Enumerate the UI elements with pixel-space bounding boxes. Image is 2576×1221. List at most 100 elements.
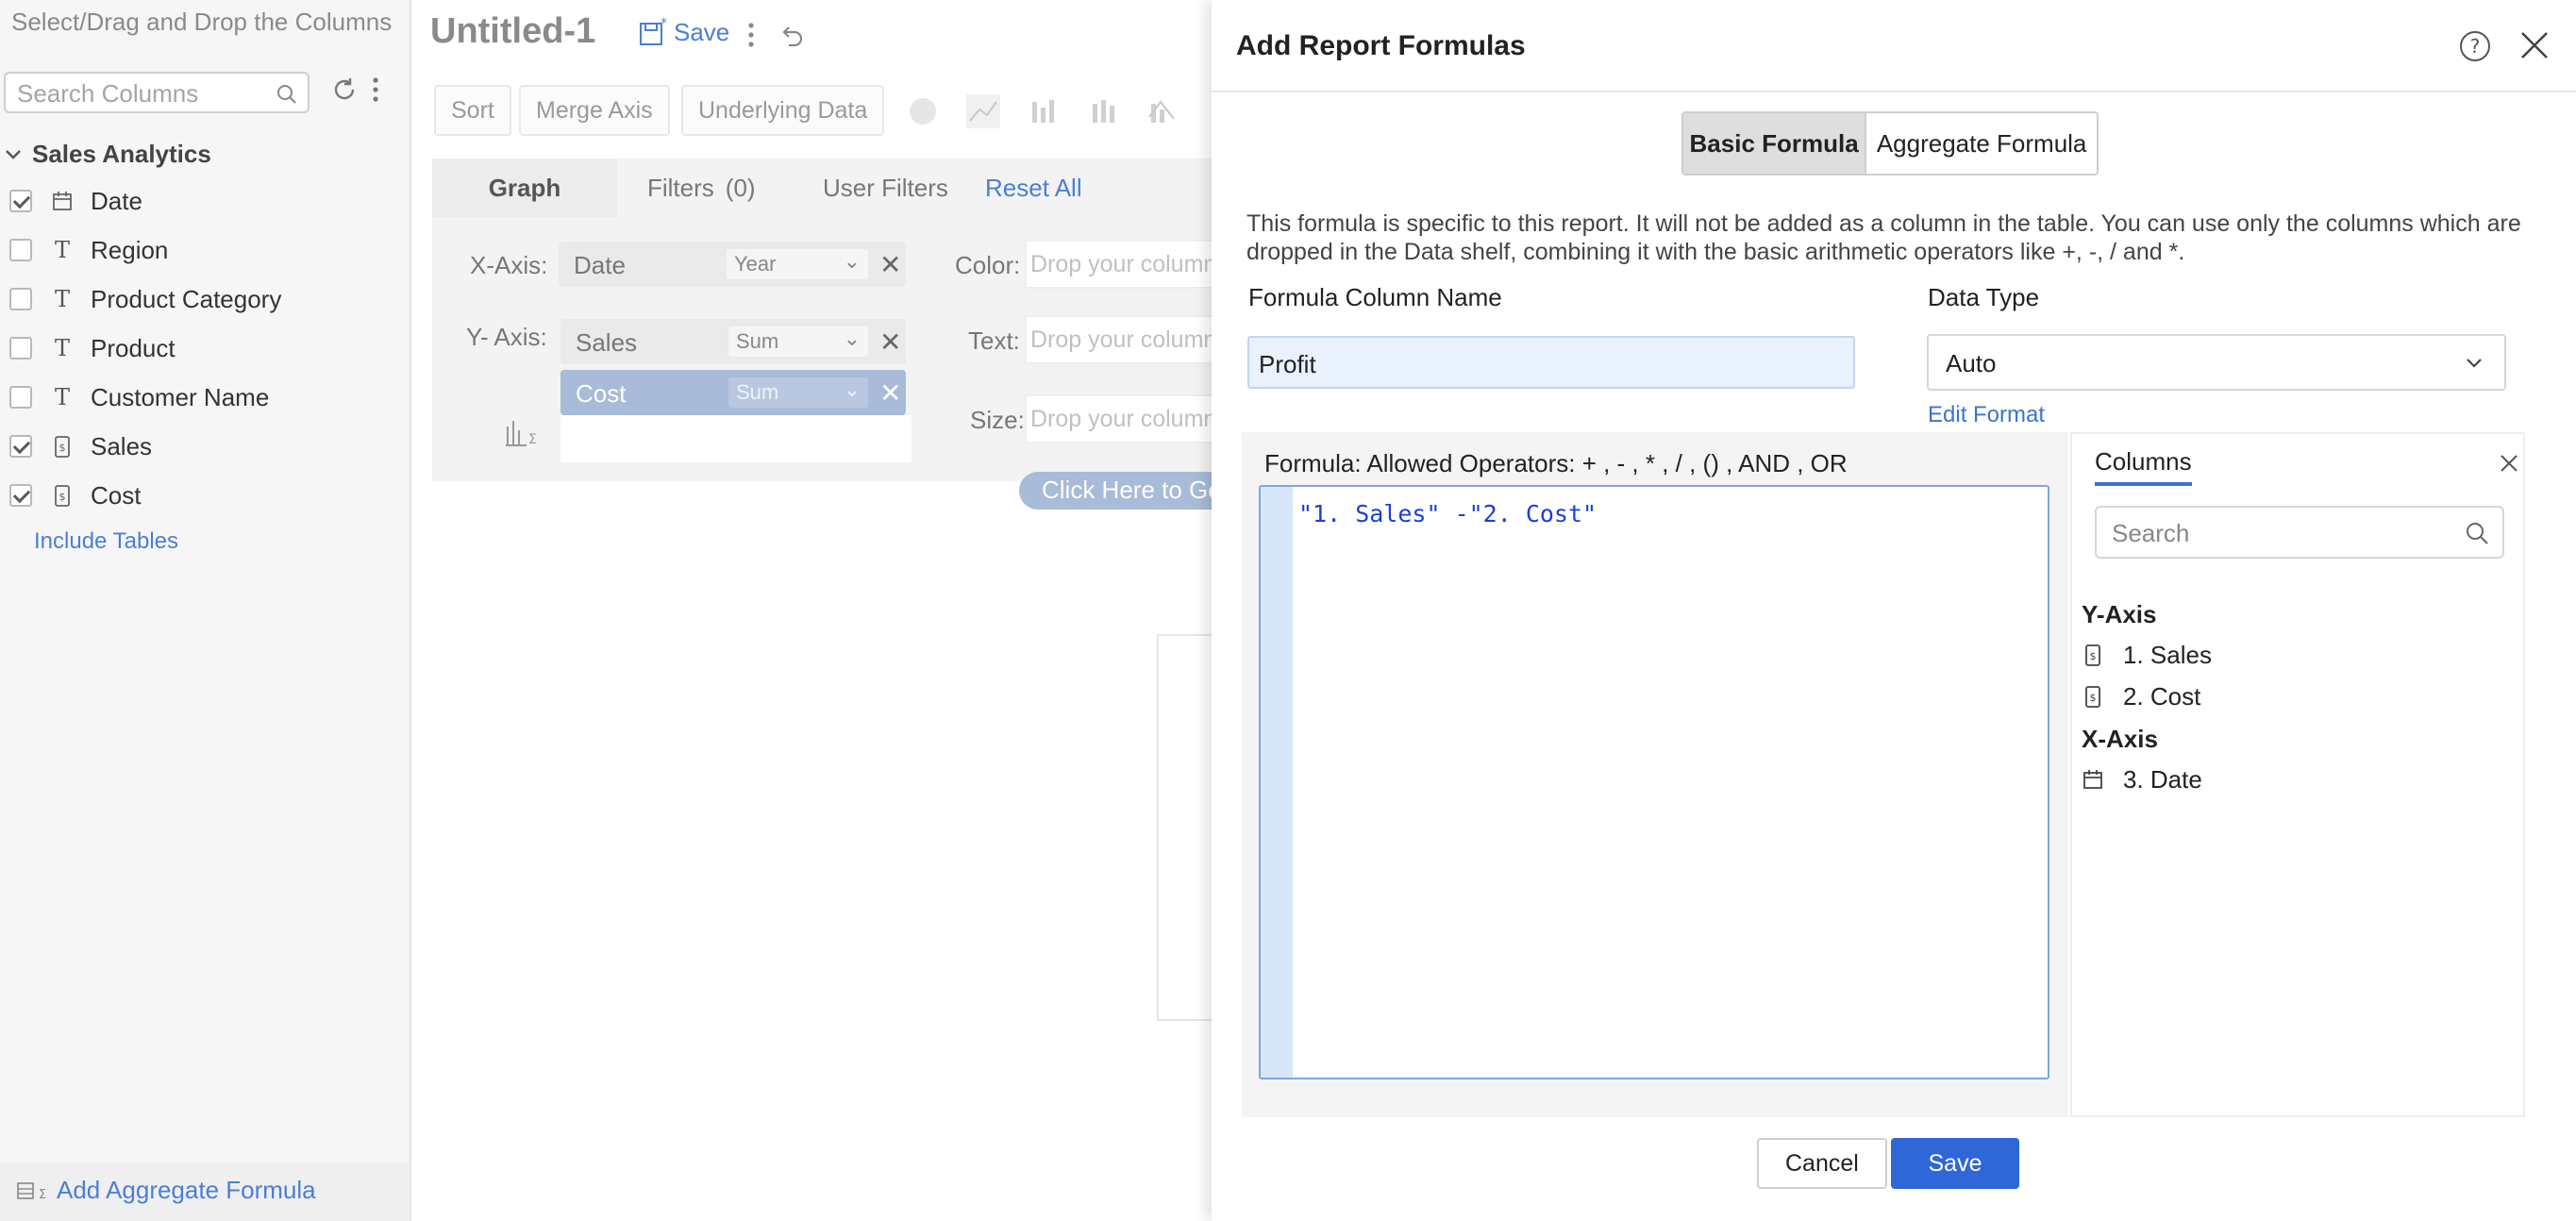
column-checkbox[interactable] <box>9 190 32 212</box>
column-item-date[interactable]: Date <box>9 182 142 220</box>
column-checkbox[interactable] <box>9 288 32 310</box>
formula-code[interactable]: "1. Sales" -"2. Cost" <box>1298 500 1597 527</box>
remove-icon[interactable]: ✕ <box>879 249 901 280</box>
column-item-region[interactable]: T Region <box>9 231 168 269</box>
x-axis-label: X-Axis: <box>470 251 548 279</box>
search-columns-input[interactable]: Search Columns <box>4 72 309 113</box>
close-icon[interactable] <box>2517 28 2551 62</box>
numeric-type-icon: $ <box>49 482 75 509</box>
save-report-label: Save <box>674 18 730 46</box>
text-type-icon: T <box>54 335 70 361</box>
x-axis-aggregate-value: Year <box>734 252 777 276</box>
column-group-y-axis: Y-Axis <box>2082 600 2157 628</box>
column-item-sales[interactable]: $ Sales <box>9 427 152 465</box>
column-item-product[interactable]: T Product <box>9 329 176 367</box>
x-axis-pill[interactable]: Date Year ⌄ ✕ <box>559 242 906 287</box>
y-axis-aggregate-select[interactable]: Sum ⌄ <box>728 326 868 357</box>
column-group-x-axis: X-Axis <box>2082 725 2158 753</box>
column-option-sales[interactable]: $ 1. Sales <box>2082 638 2212 672</box>
color-drop-zone[interactable]: Drop your column <box>1025 240 1215 289</box>
y-axis-pill-cost[interactable]: Cost Sum ⌄ ✕ <box>560 370 906 415</box>
size-drop-zone[interactable]: Drop your column <box>1025 394 1215 443</box>
formula-type-toggle: Basic Formula Aggregate Formula <box>1681 111 2099 176</box>
column-checkbox[interactable] <box>9 435 32 458</box>
remove-icon[interactable]: ✕ <box>879 377 901 409</box>
help-icon[interactable]: ? <box>2459 30 2491 62</box>
include-tables-link[interactable]: Include Tables <box>34 528 178 555</box>
formula-operators-label: Formula: Allowed Operators: + , - , * , … <box>1264 449 1848 477</box>
color-label: Color: <box>955 251 1021 279</box>
bar-chart-icon[interactable] <box>1027 94 1061 128</box>
edit-format-link[interactable]: Edit Format <box>1928 402 2045 428</box>
save-report-button[interactable]: * Save <box>638 17 729 47</box>
column-item-customer-name[interactable]: T Customer Name <box>9 378 269 416</box>
undo-icon[interactable] <box>778 23 806 51</box>
text-label: Text: <box>968 326 1020 355</box>
formula-info-line-2: dropped in the Data shelf, combining it … <box>1246 239 2185 265</box>
svg-text:*: * <box>661 17 667 31</box>
report-title[interactable]: Untitled-1 <box>430 11 595 52</box>
size-label: Size: <box>970 406 1025 434</box>
column-checkbox[interactable] <box>9 386 32 409</box>
y-axis-aggregate-select[interactable]: Sum ⌄ <box>728 377 868 408</box>
chevron-down-icon <box>6 149 21 159</box>
sort-button[interactable]: Sort <box>434 85 511 136</box>
more-options-icon[interactable] <box>370 75 381 104</box>
underlying-data-button[interactable]: Underlying Data <box>681 85 885 136</box>
save-button[interactable]: Save <box>1891 1138 2019 1189</box>
formula-editor[interactable]: "1. Sales" -"2. Cost" <box>1259 485 2049 1079</box>
data-type-select[interactable]: Auto <box>1927 334 2506 391</box>
text-drop-zone[interactable]: Drop your column <box>1025 315 1215 364</box>
calendar-icon <box>2082 766 2104 793</box>
x-axis-field: Date <box>574 251 626 279</box>
tab-columns[interactable]: Columns <box>2095 447 2192 486</box>
text-type-icon: T <box>54 384 70 410</box>
more-options-icon[interactable] <box>745 21 757 49</box>
tab-filters[interactable]: Filters (0) <box>647 159 756 217</box>
svg-text:Σ: Σ <box>39 1188 45 1202</box>
reset-all-link[interactable]: Reset All <box>985 159 1082 217</box>
add-report-formulas-dialog: Add Report Formulas ? Basic Formula Aggr… <box>1212 0 2576 1221</box>
search-columns-placeholder: Search Columns <box>17 79 199 108</box>
formula-column-name-input[interactable]: Profit <box>1247 336 1855 389</box>
remove-icon[interactable]: ✕ <box>879 326 901 358</box>
close-icon[interactable] <box>2499 453 2519 474</box>
x-axis-aggregate-select[interactable]: Year ⌄ <box>727 249 868 279</box>
y-axis-drop-area[interactable] <box>560 415 912 462</box>
column-option-cost[interactable]: $ 2. Cost <box>2082 679 2200 713</box>
column-label: Sales <box>91 431 153 460</box>
tab-aggregate-formula[interactable]: Aggregate Formula <box>1866 113 2097 174</box>
cancel-button[interactable]: Cancel <box>1757 1138 1887 1189</box>
dialog-title: Add Report Formulas <box>1236 30 1526 61</box>
table-group-name: Sales Analytics <box>32 140 211 168</box>
line-chart-icon[interactable] <box>966 94 1000 128</box>
add-aggregate-formula-bar[interactable]: Σ Add Aggregate Formula <box>0 1162 410 1221</box>
column-item-cost[interactable]: $ Cost <box>9 477 141 514</box>
refresh-icon[interactable] <box>330 75 359 104</box>
column-label: Cost <box>91 480 142 510</box>
column-label: Region <box>91 235 169 264</box>
tab-user-filters[interactable]: User Filters <box>823 159 948 217</box>
pie-chart-icon[interactable] <box>906 94 940 128</box>
columns-search-placeholder: Search <box>2112 519 2190 547</box>
column-option-date[interactable]: 3. Date <box>2082 762 2202 796</box>
column-checkbox[interactable] <box>9 337 32 360</box>
add-aggregate-formula-link[interactable]: Add Aggregate Formula <box>57 1176 316 1205</box>
y-axis-aggregate-value: Sum <box>736 380 779 404</box>
column-item-product-category[interactable]: T Product Category <box>9 280 281 318</box>
column-checkbox[interactable] <box>9 239 32 261</box>
column-label: Product Category <box>91 284 282 313</box>
column-checkbox[interactable] <box>9 484 32 507</box>
stacked-bar-icon[interactable] <box>1087 94 1121 128</box>
chevron-down-icon: ⌄ <box>843 377 861 401</box>
y-axis-field: Cost <box>576 379 627 408</box>
merge-axis-button[interactable]: Merge Axis <box>519 85 670 136</box>
y-axis-pill-sales[interactable]: Sales Sum ⌄ ✕ <box>560 319 906 364</box>
column-option-label: 1. Sales <box>2123 640 2212 669</box>
tab-basic-formula[interactable]: Basic Formula <box>1683 113 1867 174</box>
combo-chart-icon[interactable] <box>1146 94 1179 128</box>
axis-settings-icon[interactable]: Σ <box>504 417 542 449</box>
table-group-header[interactable]: Sales Analytics <box>4 140 211 169</box>
columns-search-input[interactable]: Search <box>2095 506 2504 559</box>
tab-graph[interactable]: Graph <box>432 159 617 217</box>
